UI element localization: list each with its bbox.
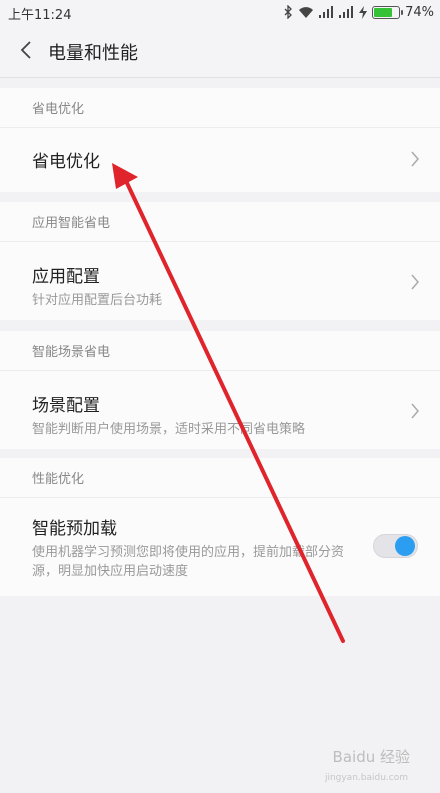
row-subtitle: 使用机器学习预测您即将使用的应用，提前加载部分资源，明显加快应用启动速度 [32, 545, 345, 579]
battery-percent: 74% [405, 4, 434, 20]
section-header: 智能场景省电 [0, 331, 440, 371]
bluetooth-icon [284, 5, 293, 19]
back-button[interactable] [12, 36, 40, 64]
smart-preload-row: 智能预加载 使用机器学习预测您即将使用的应用，提前加载部分资源，明显加快应用启动… [0, 498, 440, 595]
status-bar: 上午11:24 74% [0, 0, 440, 24]
status-icons: 74% [284, 3, 434, 21]
section-scene-smart: 智能场景省电 场景配置 智能判断用户使用场景，适时采用不同省电策略 [0, 331, 440, 449]
screen: 上午11:24 74% 电量和性能 省电优化 省电优化 应用智能省电 应用配置 … [0, 0, 440, 793]
charging-icon [359, 5, 368, 19]
row-title: 省电优化 [32, 152, 100, 172]
section-header: 应用智能省电 [0, 202, 440, 242]
battery-fill [374, 7, 392, 17]
section-header: 省电优化 [0, 88, 440, 128]
status-time: 上午11:24 [8, 8, 72, 23]
chevron-left-icon [20, 41, 31, 59]
chevron-right-icon [411, 151, 419, 167]
section-performance: 性能优化 智能预加载 使用机器学习预测您即将使用的应用，提前加载部分资源，明显加… [0, 458, 440, 596]
nav-bar: 电量和性能 [0, 24, 440, 78]
signal-icon-1 [319, 6, 334, 18]
power-saving-row[interactable]: 省电优化 [0, 128, 440, 191]
baidu-watermark: Baidu 经验 [332, 748, 410, 766]
section-header: 性能优化 [0, 458, 440, 498]
scene-config-row[interactable]: 场景配置 智能判断用户使用场景，适时采用不同省电策略 [0, 371, 440, 448]
signal-icon-2 [339, 6, 354, 18]
row-subtitle: 针对应用配置后台功耗 [32, 293, 163, 308]
app-config-row[interactable]: 应用配置 针对应用配置后台功耗 [0, 242, 440, 319]
page-title: 电量和性能 [48, 43, 138, 64]
row-subtitle: 智能判断用户使用场景，适时采用不同省电策略 [32, 422, 306, 437]
row-title: 智能预加载 [32, 519, 117, 539]
chevron-right-icon [411, 274, 419, 290]
section-app-smart: 应用智能省电 应用配置 针对应用配置后台功耗 [0, 202, 440, 320]
row-title: 场景配置 [32, 396, 100, 416]
wifi-icon [298, 6, 314, 19]
chevron-right-icon [411, 403, 419, 419]
baidu-watermark-url: jingyan.baidu.com [324, 773, 408, 783]
battery-icon [372, 5, 404, 19]
row-title: 应用配置 [32, 267, 100, 287]
toggle-knob [395, 536, 415, 556]
smart-preload-toggle[interactable] [373, 534, 418, 558]
section-power-saving: 省电优化 省电优化 [0, 88, 440, 192]
